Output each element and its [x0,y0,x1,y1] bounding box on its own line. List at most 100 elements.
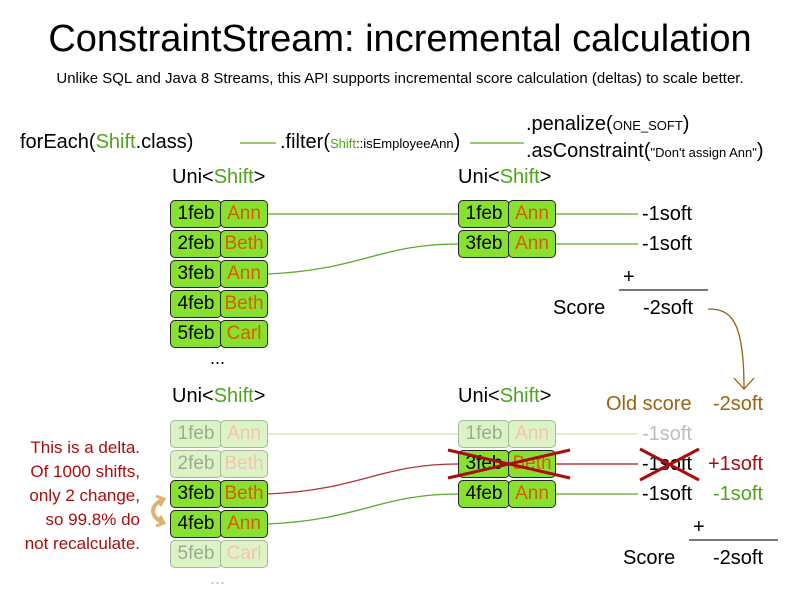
filter-suffix: ) [453,131,461,153]
shift-date: 1feb [170,200,222,228]
more-shifts-ellipsis: ... [210,348,226,368]
shift-date: 2feb [170,230,222,258]
penalize-prefix: .penalize( [526,113,613,135]
uni-suffix: > [253,385,266,407]
asConstraint-call: .asConstraint("Don't assign Ann") [526,140,764,163]
uni-label-top-left: Uni<Shift> [172,166,265,189]
link-3feb-top [267,243,459,275]
score-carry-arrow [707,308,745,389]
delta-value: +1soft [708,453,764,475]
sum-plus: + [623,266,635,288]
forEach-call: forEach(Shift.class) [20,131,193,154]
uni-suffix: > [253,166,266,188]
score-value: -2soft [713,547,764,569]
shift-date: 3feb [170,260,222,288]
shift-row: 5feb Carl [170,320,268,348]
delta-value: -1soft [713,483,764,505]
uni-suffix: > [539,385,552,407]
shift-date: 1feb [458,420,510,448]
uni-type: Shift [213,166,254,188]
shift-employee: Ann [220,420,268,448]
shift-employee: Beth [508,450,556,478]
shift-employee: Ann [508,230,556,258]
page-subtitle: Unlike SQL and Java 8 Streams, this API … [56,70,744,87]
uni-type: Shift [499,166,540,188]
score-label: Score [623,547,676,569]
penalize-suffix: ) [682,113,690,135]
link-3feb-bottom [267,463,459,495]
filtered-shift-row: 3feb Ann [458,230,556,258]
uni-type: Shift [499,385,540,407]
shift-employee: Ann [220,200,268,228]
shift-date: 3feb [170,480,222,508]
shift-employee: Ann [508,200,556,228]
shift-employee: Beth [220,230,268,258]
filter-method: ::isEmployeeAnn [356,136,454,151]
more-shifts-ellipsis: ... [210,568,226,588]
shift-row: 4feb Beth [170,290,268,318]
page-title: ConstraintStream: incremental calculatio… [48,18,752,60]
shift-date: 5feb [170,320,222,348]
shift-employee: Beth [220,450,268,478]
penalize-call: .penalize(ONE_SOFT) [526,113,689,136]
penalty-value: -1soft [642,233,693,255]
forEach-suffix: .class) [135,131,194,153]
asConstraint-prefix: .asConstraint( [526,140,651,162]
shift-row: 3feb Ann [170,260,268,288]
penalize-arg: ONE_SOFT [612,118,683,133]
penalty-value: -1soft [642,423,693,445]
shift-row: 2feb Beth [170,450,268,478]
shift-employee: Ann [220,510,268,538]
uni-prefix: Uni< [458,166,500,188]
score-label: Score [553,297,606,319]
filter-prefix: .filter( [280,131,330,153]
asConstraint-arg: "Don't assign Ann" [650,145,757,160]
shift-row: 1feb Ann [170,200,268,228]
shift-date: 1feb [170,420,222,448]
forEach-prefix: forEach( [20,131,96,153]
delta-note-line: This is a delta. [30,438,140,457]
shift-date: 4feb [170,510,222,538]
shift-row: 2feb Beth [170,230,268,258]
shift-date: 1feb [458,200,510,228]
uni-type: Shift [213,385,254,407]
shift-employee: Ann [508,420,556,448]
delta-note-line: only 2 change, [29,486,140,505]
shift-employee: Carl [220,320,268,348]
asConstraint-suffix: ) [756,140,764,162]
shift-date: 3feb [458,450,510,478]
penalty-value: -1soft [642,203,693,225]
link-4feb-bottom [267,493,459,525]
filter-call: .filter(Shift::isEmployeeAnn) [280,131,460,154]
penalty-value: -1soft [642,483,693,505]
filtered-shift-row: 4feb Ann [458,480,556,508]
uni-label-top-right: Uni<Shift> [458,166,551,189]
filtered-shift-row: 1feb Ann [458,420,556,448]
shift-employee: Ann [220,260,268,288]
forEach-class: Shift [95,131,136,153]
old-score-label: Old score [606,393,692,415]
shift-employee: Beth [220,290,268,318]
shift-row-changed: 3feb Beth [170,480,268,508]
filtered-shift-row: 1feb Ann [458,200,556,228]
delta-note-line: so 99.8% do [45,510,140,529]
uni-label-bottom-left: Uni<Shift> [172,385,265,408]
uni-label-bottom-right: Uni<Shift> [458,385,551,408]
old-score-value: -2soft [713,393,764,415]
delta-note-line: not recalculate. [24,534,140,553]
shift-date: 4feb [170,290,222,318]
shift-employee: Ann [508,480,556,508]
filtered-shift-row-removed: 3feb Beth [458,450,556,478]
uni-prefix: Uni< [172,166,214,188]
shift-date: 4feb [458,480,510,508]
uni-suffix: > [539,166,552,188]
shift-date: 5feb [170,540,222,568]
shift-date: 2feb [170,450,222,478]
shift-row-changed: 4feb Ann [170,510,268,538]
uni-prefix: Uni< [172,385,214,407]
score-value: -2soft [643,297,694,319]
uni-prefix: Uni< [458,385,500,407]
penalty-value-removed: -1soft [642,453,693,475]
filter-class: Shift [330,136,357,151]
shift-date: 3feb [458,230,510,258]
